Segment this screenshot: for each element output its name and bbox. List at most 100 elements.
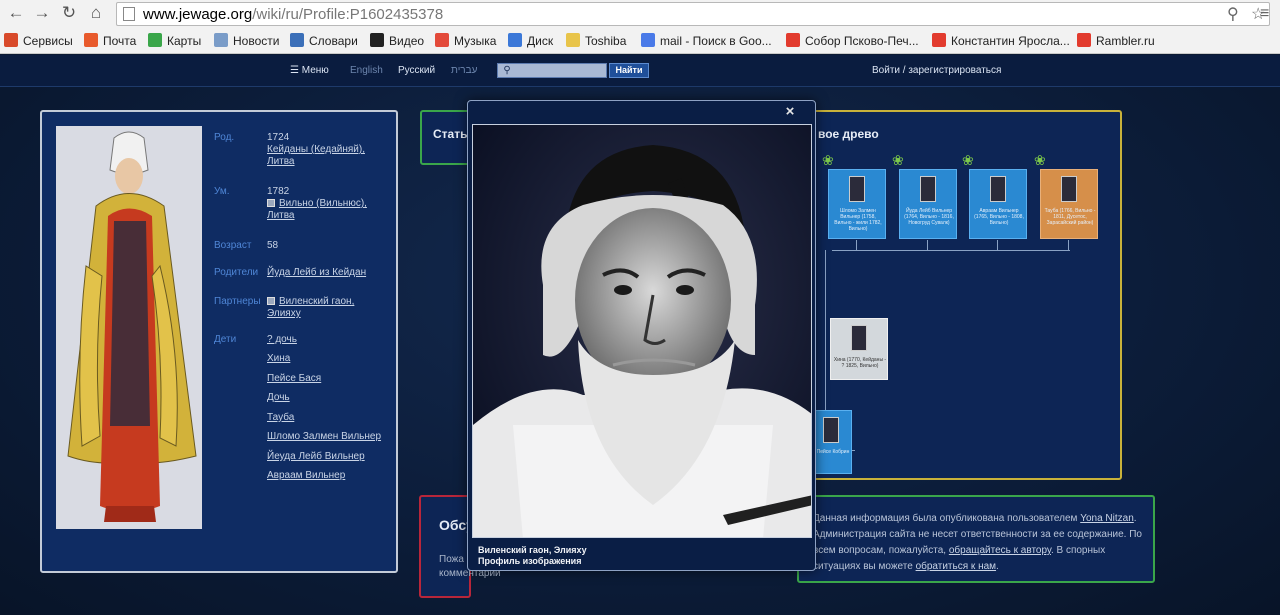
location-icon <box>267 199 275 207</box>
child-link[interactable]: Йеуда Лейб Вильнер <box>267 451 365 462</box>
music-favicon <box>435 33 449 47</box>
child-link[interactable]: Дочь <box>267 392 290 403</box>
address-bar[interactable]: www.jewage.org/wiki/ru/Profile:P16024353… <box>116 2 1270 26</box>
bookmark-item[interactable]: Карты <box>148 32 201 50</box>
search-button[interactable]: Найти <box>609 63 649 78</box>
bookmark-item[interactable]: Словари <box>290 32 358 50</box>
tree-connector <box>927 240 928 250</box>
page-favicon <box>214 33 228 47</box>
bookmark-item[interactable]: mail - Поиск в Goo... <box>641 32 772 50</box>
yandex-favicon <box>1077 33 1091 47</box>
login-link[interactable]: Войти / зарегистрироваться <box>872 55 1001 87</box>
person-thumbnail <box>849 176 865 202</box>
article-title: Стать <box>433 127 468 141</box>
tree-connector <box>997 240 998 250</box>
tree-title: вое древо <box>818 127 879 141</box>
tree-node[interactable]: Йуда Лейб Вильнер (1764, Вильно - 1816, … <box>899 169 957 239</box>
contact-us-link[interactable]: обратиться к нам <box>916 561 996 572</box>
partner-link[interactable]: Виленский гаон, Элияху <box>267 296 354 319</box>
folder-icon <box>566 33 580 47</box>
lang-english[interactable]: English <box>350 55 383 87</box>
tree-node[interactable]: Авраам Вильнер (1765, Вильно - 1808, Вил… <box>969 169 1027 239</box>
profile-portrait[interactable] <box>56 126 202 529</box>
child-link[interactable]: Авраам Вильнер <box>267 470 345 481</box>
close-icon[interactable]: × <box>782 104 798 120</box>
tree-node[interactable]: Шломо Залмен Вильнер (1758, Вильно - жил… <box>828 169 886 239</box>
image-profile-link[interactable]: Профиль изображения <box>478 556 581 566</box>
browser-chrome: ← → ↻ ⌂ www.jewage.org/wiki/ru/Profile:P… <box>0 0 1280 54</box>
child-link[interactable]: Шломо Залмен Вильнер <box>267 431 381 442</box>
tree-node[interactable]: Хина (1770, Кейданы - ? 1825, Вильно) <box>830 318 888 380</box>
lang-russian[interactable]: Русский <box>398 55 435 87</box>
born-place-link[interactable]: Кейданы (Кедайняй), Литва <box>267 144 365 167</box>
maps-favicon <box>148 33 162 47</box>
home-icon[interactable]: ⌂ <box>86 3 106 23</box>
child-link[interactable]: Пейсе Бася <box>267 373 321 384</box>
bookmark-item[interactable]: Собор Псково-Печ... <box>786 32 919 50</box>
leaf-icon: ❀ <box>822 152 834 168</box>
person-thumbnail <box>851 325 867 351</box>
bookmarks-bar: Сервисы Почта Карты Новости Словари Видео Музы… <box>0 30 1280 52</box>
tree-connector <box>1068 240 1069 250</box>
person-thumbnail <box>990 176 1006 202</box>
bookmark-item[interactable]: Музыка <box>435 32 496 50</box>
person-thumbnail <box>1061 176 1077 202</box>
author-link[interactable]: Yona Nitzan <box>1080 513 1134 524</box>
child-link[interactable]: ? дочь <box>267 334 297 345</box>
parent-link[interactable]: Йуда Лейб из Кейдан <box>267 267 366 278</box>
article-panel: Стать <box>420 110 472 165</box>
profile-panel: Род. 1724 Кейданы (Кедайняй), Литва Ум. 1… <box>40 110 398 573</box>
back-arrow-icon[interactable]: ← <box>6 3 26 23</box>
tree-connector <box>856 240 857 250</box>
bookmark-item[interactable]: Rambler.ru <box>1077 32 1155 50</box>
leaf-icon: ❀ <box>962 152 974 168</box>
hamburger-icon: ☰ <box>290 65 299 76</box>
image-caption-name: Виленский гаон, Элияху <box>478 545 587 555</box>
family-tree-panel: вое древо ❀ ❀ ❀ ❀ Шломо Залмен Вильнер (… <box>790 110 1122 480</box>
forward-arrow-icon[interactable]: → <box>32 3 52 23</box>
yandex-favicon <box>786 33 800 47</box>
image-lightbox: × Виленский гаон, Элияху Профиль изображ… <box>467 100 816 571</box>
search-icon: ⚲ <box>503 65 511 76</box>
leaf-icon: ❀ <box>1034 152 1046 168</box>
contact-author-link[interactable]: обращайтесь к автору <box>949 545 1051 556</box>
google-favicon <box>641 33 655 47</box>
bookmark-item[interactable]: Почта <box>84 32 136 50</box>
yandex-favicon <box>932 33 946 47</box>
bookmark-item[interactable]: Диск <box>508 32 553 50</box>
apps-grid-icon <box>4 33 18 47</box>
partner-icon <box>267 297 275 305</box>
child-link[interactable]: Тауба <box>267 412 294 423</box>
bookmark-item[interactable]: Toshiba <box>566 32 626 50</box>
portrait-illustration <box>56 126 202 529</box>
tree-node[interactable]: Тауба (1766, Вильно - 1811, Дусетос, Зар… <box>1040 169 1098 239</box>
menu-icon[interactable]: ≡ <box>1260 5 1269 23</box>
person-thumbnail <box>823 417 839 443</box>
disk-favicon <box>508 33 522 47</box>
person-thumbnail <box>920 176 936 202</box>
leaf-icon: ❀ <box>892 152 904 168</box>
site-topbar: ☰ Меню English Русский עברית ⚲ Найти Вой… <box>0 55 1280 87</box>
bookmark-item[interactable]: Видео <box>370 32 424 50</box>
reload-icon[interactable]: ↻ <box>59 3 79 23</box>
video-favicon <box>370 33 384 47</box>
tree-node[interactable]: Пейсе Кобрин <box>812 410 852 474</box>
lang-hebrew[interactable]: עברית <box>451 55 477 87</box>
bookmark-item[interactable]: Новости <box>214 32 279 50</box>
portrait-photo <box>473 125 811 537</box>
menu-button[interactable]: ☰ Меню <box>290 55 329 87</box>
zoom-search-icon[interactable]: ⚲ <box>1227 6 1239 24</box>
dictionary-favicon <box>290 33 304 47</box>
child-link[interactable]: Хина <box>267 353 290 364</box>
mail-favicon <box>84 33 98 47</box>
died-place-link[interactable]: Вильно (Вильнюс), Литва <box>267 198 367 221</box>
bookmark-item[interactable]: Сервисы <box>4 32 73 50</box>
notice-panel: Данная информация была опубликована поль… <box>797 495 1155 583</box>
lightbox-image <box>472 124 812 538</box>
comments-panel: Обсу Пожа комментарии <box>419 495 501 598</box>
address-url: www.jewage.org/wiki/ru/Profile:P16024353… <box>143 6 444 23</box>
page-icon <box>123 7 135 21</box>
tree-connector <box>832 250 1070 251</box>
notice-text: Данная информация была опубликована поль… <box>813 513 1142 572</box>
bookmark-item[interactable]: Константин Яросла... <box>932 32 1070 50</box>
